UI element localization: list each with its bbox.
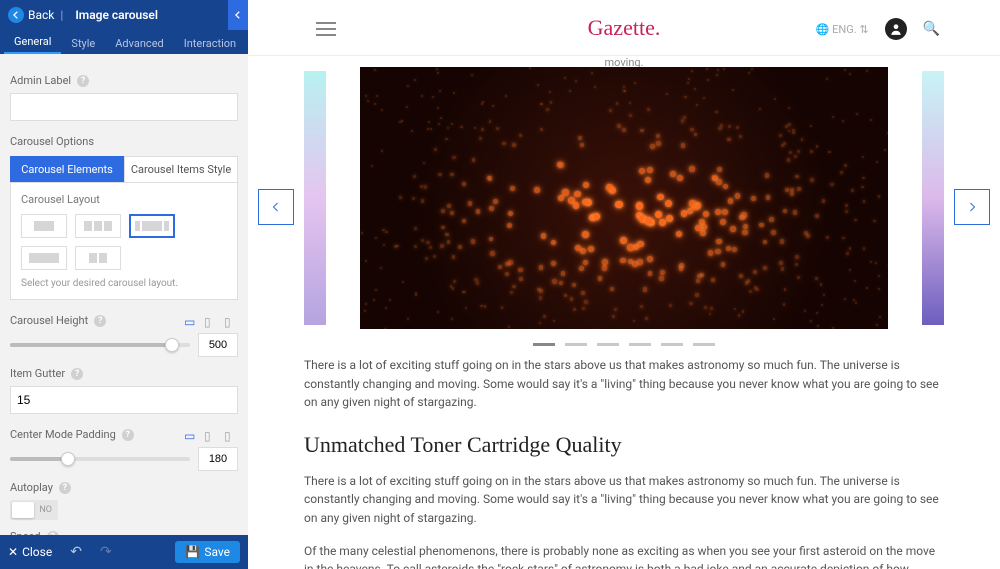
device-phone-icon[interactable]: ▯ bbox=[224, 429, 238, 441]
height-label: Carousel Height bbox=[10, 314, 88, 327]
paragraph: Of the many celestial phenomenons, there… bbox=[304, 542, 944, 569]
device-tablet-icon[interactable]: ▯ bbox=[204, 315, 218, 327]
preview-canvas: Gazette. 🌐 ENG. ⇅ 🔍 moving. bbox=[248, 0, 1000, 569]
paragraph: There is a lot of exciting stuff going o… bbox=[304, 472, 944, 528]
help-icon[interactable]: ? bbox=[77, 75, 89, 87]
sidebar-tabs: General Style Advanced Interaction bbox=[0, 30, 248, 54]
carousel-pagination bbox=[304, 343, 944, 346]
autoplay-label: Autoplay bbox=[10, 481, 53, 494]
autoplay-toggle[interactable]: NO bbox=[10, 500, 58, 520]
center-label: Center Mode Padding bbox=[10, 428, 116, 441]
carousel-prev-button[interactable] bbox=[258, 189, 294, 225]
help-icon[interactable]: ? bbox=[71, 368, 83, 380]
close-icon: ✕ bbox=[8, 545, 18, 559]
height-value[interactable] bbox=[198, 333, 238, 357]
save-button[interactable]: 💾 Save bbox=[175, 541, 240, 563]
device-tablet-icon[interactable]: ▯ bbox=[204, 429, 218, 441]
center-value[interactable] bbox=[198, 447, 238, 471]
layout-opt-3[interactable] bbox=[129, 214, 175, 238]
undo-icon[interactable]: ↶ bbox=[70, 544, 82, 560]
tab-style[interactable]: Style bbox=[61, 33, 105, 54]
search-icon[interactable]: 🔍 bbox=[923, 21, 940, 37]
tab-advanced[interactable]: Advanced bbox=[105, 33, 173, 54]
carousel-side-image-right bbox=[922, 71, 944, 325]
layout-opt-4[interactable] bbox=[21, 246, 67, 270]
center-slider[interactable] bbox=[10, 457, 190, 461]
seg-elements[interactable]: Carousel Elements bbox=[10, 156, 124, 182]
layout-hint: Select your desired carousel layout. bbox=[21, 278, 227, 289]
carousel-main-image[interactable] bbox=[360, 67, 888, 329]
back-button[interactable]: Back bbox=[8, 7, 54, 23]
seg-items-style[interactable]: Carousel Items Style bbox=[124, 156, 238, 182]
back-arrow-icon bbox=[8, 7, 24, 23]
height-slider[interactable] bbox=[10, 343, 190, 347]
admin-label-text: Admin Label bbox=[10, 74, 71, 87]
layout-opt-1[interactable] bbox=[21, 214, 67, 238]
redo-icon[interactable]: ↷ bbox=[100, 544, 112, 560]
sidebar-header: Back | Image carousel bbox=[0, 0, 248, 30]
layout-opt-5[interactable] bbox=[75, 246, 121, 270]
help-icon[interactable]: ? bbox=[122, 429, 134, 441]
carousel-dot[interactable] bbox=[693, 343, 715, 346]
carousel-dot[interactable] bbox=[661, 343, 683, 346]
layout-options bbox=[21, 214, 227, 270]
carousel-dot[interactable] bbox=[565, 343, 587, 346]
lang-switcher[interactable]: 🌐 ENG. ⇅ bbox=[816, 23, 869, 36]
tab-general[interactable]: General bbox=[4, 31, 61, 54]
carousel-dot[interactable] bbox=[533, 343, 555, 346]
responsive-devices: ▭ ▯ ▯ bbox=[184, 315, 238, 327]
layout-title: Carousel Layout bbox=[21, 193, 227, 206]
hamburger-icon[interactable] bbox=[316, 18, 336, 40]
help-icon[interactable]: ? bbox=[59, 482, 71, 494]
close-button[interactable]: ✕ Close bbox=[8, 545, 52, 559]
admin-label-input[interactable] bbox=[10, 93, 238, 121]
editor-sidebar: Back | Image carousel General Style Adva… bbox=[0, 0, 248, 569]
carousel-dot[interactable] bbox=[629, 343, 651, 346]
article-content: There is a lot of exciting stuff going o… bbox=[248, 356, 1000, 569]
image-carousel bbox=[248, 67, 1000, 346]
carousel-side-image-left bbox=[304, 71, 326, 325]
back-label: Back bbox=[28, 8, 54, 22]
layout-panel: Carousel Layout Select your desired caro… bbox=[10, 183, 238, 300]
layout-opt-2[interactable] bbox=[75, 214, 121, 238]
save-icon: 💾 bbox=[185, 545, 200, 559]
help-icon[interactable]: ? bbox=[94, 315, 106, 327]
tab-interaction[interactable]: Interaction bbox=[174, 33, 246, 54]
carousel-dot[interactable] bbox=[597, 343, 619, 346]
gutter-input[interactable] bbox=[10, 386, 238, 414]
device-desktop-icon[interactable]: ▭ bbox=[184, 429, 198, 441]
module-title: Image carousel bbox=[75, 8, 158, 22]
carousel-options-title: Carousel Options bbox=[10, 135, 238, 148]
collapse-panel-button[interactable] bbox=[228, 0, 248, 30]
gutter-label: Item Gutter bbox=[10, 367, 65, 380]
device-phone-icon[interactable]: ▯ bbox=[224, 315, 238, 327]
device-desktop-icon[interactable]: ▭ bbox=[184, 315, 198, 327]
paragraph: There is a lot of exciting stuff going o… bbox=[304, 356, 944, 412]
carousel-next-button[interactable] bbox=[954, 189, 990, 225]
sidebar-body[interactable]: Admin Label ? Carousel Options Carousel … bbox=[0, 54, 248, 535]
sidebar-footer: ✕ Close ↶ ↷ 💾 Save bbox=[0, 535, 248, 569]
user-avatar-icon[interactable] bbox=[885, 18, 907, 40]
site-brand[interactable]: Gazette. bbox=[588, 15, 661, 41]
article-heading: Unmatched Toner Cartridge Quality bbox=[304, 428, 944, 462]
carousel-segment: Carousel Elements Carousel Items Style bbox=[10, 156, 238, 183]
site-header: Gazette. 🌐 ENG. ⇅ 🔍 bbox=[248, 0, 1000, 56]
